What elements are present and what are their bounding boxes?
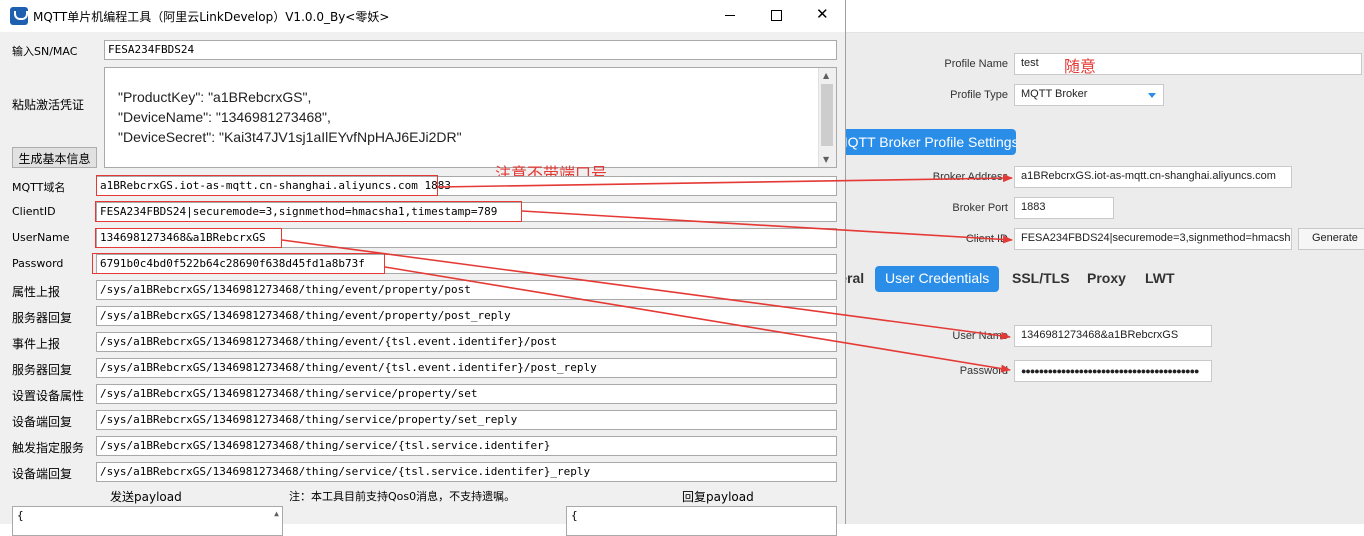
sn-label: 输入SN/MAC: [12, 45, 78, 58]
title-bar: MQTT单片机编程工具（阿里云LinkDevelop）V1.0.0_By<零妖>…: [0, 0, 845, 32]
client-id-input[interactable]: FESA234FBDS24|securemode=3,signmethod=hm…: [1014, 228, 1292, 250]
reply-payload-text: {: [571, 509, 578, 522]
client-id-label-left: ClientID: [12, 205, 56, 218]
close-icon: ✕: [816, 5, 829, 23]
send-payload-label: 发送payload: [110, 490, 182, 504]
topic-label-service-reply: 设备端回复: [12, 467, 73, 481]
profile-type-select[interactable]: MQTT Broker: [1014, 84, 1164, 106]
credential-line-device-name: "DeviceName": "1346981273468",: [118, 109, 331, 125]
settings-title-text: MQTT Broker Profile Settings: [846, 134, 1016, 150]
password-label-left: Password: [12, 257, 64, 270]
profile-name-label: Profile Name: [944, 58, 1008, 70]
scrollbar-thumb[interactable]: [821, 84, 833, 146]
topic-input-service-reply[interactable]: /sys/a1BRebcrxGS/1346981273468/thing/ser…: [96, 462, 837, 482]
send-payload-text: {: [17, 509, 24, 522]
topic-label-event-post: 事件上报: [12, 337, 61, 351]
client-id-highlight: [95, 201, 522, 222]
topic-input-property-post-reply[interactable]: /sys/a1BRebcrxGS/1346981273468/thing/eve…: [96, 306, 837, 326]
qos-note: 注：本工具目前支持Qos0消息，不支持遗嘱。: [289, 490, 516, 503]
topic-input-property-post[interactable]: /sys/a1BRebcrxGS/1346981273468/thing/eve…: [96, 280, 837, 300]
broker-port-label: Broker Port: [952, 202, 1008, 214]
chevron-down-icon: [1148, 93, 1156, 98]
topic-label-property-post: 属性上报: [12, 285, 61, 299]
password-input[interactable]: ●●●●●●●●●●●●●●●●●●●●●●●●●●●●●●●●●●●●●●●●: [1014, 360, 1212, 382]
mqtt-domain-label: MQTT域名: [12, 181, 66, 194]
client-id-label: Client ID: [965, 233, 1008, 245]
maximize-button[interactable]: [753, 0, 799, 30]
topic-label-property-set-reply: 设备端回复: [12, 415, 73, 429]
scroll-down-icon[interactable]: ▼: [823, 155, 829, 164]
profile-window-topbar: [846, 0, 1364, 33]
password-highlight: [92, 253, 385, 274]
credential-scrollbar[interactable]: ▲ ▼: [818, 68, 836, 167]
scroll-up-icon[interactable]: ▲: [274, 509, 279, 518]
app-logo-icon: [10, 7, 28, 25]
tab-proxy[interactable]: Proxy: [1077, 266, 1136, 292]
profile-name-annotation: 随意: [1064, 57, 1097, 76]
mqtt-tool-window: MQTT单片机编程工具（阿里云LinkDevelop）V1.0.0_By<零妖>…: [0, 0, 846, 536]
tab-user-credentials[interactable]: User Credentials: [875, 266, 1000, 292]
window-title: MQTT单片机编程工具（阿里云LinkDevelop）V1.0.0_By<零妖>: [33, 10, 390, 24]
topic-label-event-post-reply: 服务器回复: [12, 363, 73, 377]
profile-type-value: MQTT Broker: [1021, 88, 1088, 100]
topic-input-property-set-reply[interactable]: /sys/a1BRebcrxGS/1346981273468/thing/ser…: [96, 410, 837, 430]
credential-textarea[interactable]: "ProductKey": "a1BRebcrxGS", "DeviceName…: [104, 67, 837, 168]
profile-settings-window: Profile Name test 随意 Profile Type MQTT B…: [812, 0, 1364, 524]
broker-address-input[interactable]: a1BRebcrxGS.iot-as-mqtt.cn-shanghai.aliy…: [1014, 166, 1292, 188]
generate-info-button[interactable]: 生成基本信息: [12, 147, 97, 168]
reply-payload-textarea[interactable]: {: [566, 506, 837, 536]
credential-line-device-secret: "DeviceSecret": "Kai3t47JV1sj1aIlEYvfNpH…: [118, 129, 462, 145]
credential-line-product-key: "ProductKey": "a1BRebcrxGS",: [118, 89, 312, 105]
send-payload-textarea[interactable]: { ▲: [12, 506, 283, 536]
topic-input-property-set[interactable]: /sys/a1BRebcrxGS/1346981273468/thing/ser…: [96, 384, 837, 404]
maximize-icon: [771, 10, 782, 21]
topic-label-property-post-reply: 服务器回复: [12, 311, 73, 325]
user-name-label: User Name: [952, 330, 1008, 342]
tab-ssl-tls[interactable]: SSL/TLS: [1002, 266, 1080, 292]
username-highlight: [95, 228, 282, 248]
username-label-left: UserName: [12, 231, 70, 244]
minimize-icon: [725, 15, 735, 16]
topic-input-event-post[interactable]: /sys/a1BRebcrxGS/1346981273468/thing/eve…: [96, 332, 837, 352]
generate-client-id-button[interactable]: Generate: [1298, 228, 1364, 250]
topic-input-service-invoke[interactable]: /sys/a1BRebcrxGS/1346981273468/thing/ser…: [96, 436, 837, 456]
minimize-button[interactable]: [707, 0, 753, 30]
tab-lwt[interactable]: LWT: [1135, 266, 1185, 292]
mqtt-domain-highlight: [96, 175, 438, 196]
credential-label: 粘贴激活凭证: [12, 98, 85, 112]
topic-label-property-set: 设置设备属性: [12, 389, 85, 403]
broker-port-input[interactable]: 1883: [1014, 197, 1114, 219]
close-button[interactable]: ✕: [799, 0, 845, 30]
user-name-input[interactable]: 1346981273468&a1BRebcrxGS: [1014, 325, 1212, 347]
topic-label-service-invoke: 触发指定服务: [12, 441, 85, 455]
topic-input-event-post-reply[interactable]: /sys/a1BRebcrxGS/1346981273468/thing/eve…: [96, 358, 837, 378]
password-label: Password: [959, 365, 1008, 377]
broker-address-label: Broker Address: [932, 171, 1008, 183]
scroll-up-icon[interactable]: ▲: [823, 71, 829, 80]
sn-input[interactable]: FESA234FBDS24: [104, 40, 837, 60]
profile-type-label: Profile Type: [950, 89, 1008, 101]
reply-payload-label: 回复payload: [682, 490, 754, 504]
settings-section-title: MQTT Broker Profile Settings: [846, 129, 1016, 155]
